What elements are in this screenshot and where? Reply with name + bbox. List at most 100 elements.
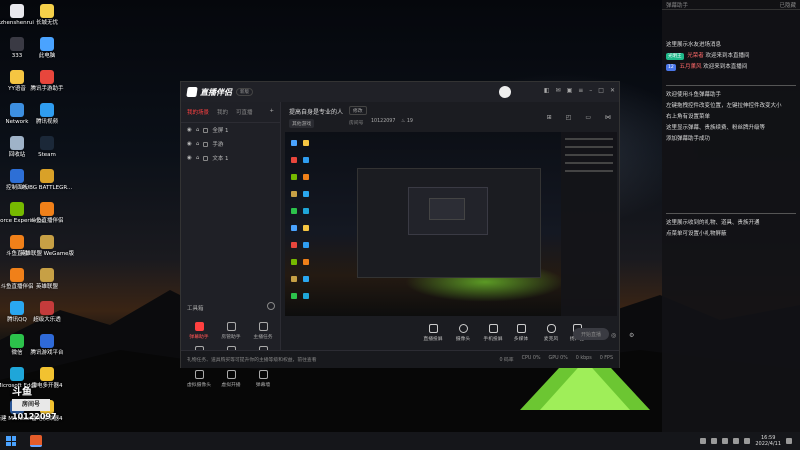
avatar[interactable] bbox=[499, 86, 511, 98]
windows-start-icon[interactable] bbox=[6, 436, 16, 446]
desktop-icon-label: Steam bbox=[38, 152, 56, 158]
microphone-icon bbox=[546, 324, 556, 333]
scene-label: 文本 1 bbox=[212, 156, 229, 162]
bag-icon[interactable]: ◰ bbox=[566, 114, 572, 121]
tool-item[interactable]: 弹幕墙 bbox=[247, 370, 279, 388]
volume-icon[interactable] bbox=[733, 438, 740, 444]
chat-line: 这里显示弹幕、贵族续费、粉丝牌升级等 bbox=[666, 125, 766, 131]
visibility-icon[interactable]: ◉ bbox=[187, 155, 192, 161]
window-controls: ◧ ✉ ▣ ≡ – □ ✕ bbox=[544, 87, 615, 94]
bottom-label: 麦克风 bbox=[543, 337, 559, 342]
preview-app-icon bbox=[303, 140, 309, 146]
more-tools-icon[interactable] bbox=[267, 302, 275, 310]
tool-icon bbox=[226, 370, 236, 379]
lock-icon[interactable]: ⌂ bbox=[196, 127, 200, 133]
tool-label: 弹幕助手 bbox=[189, 335, 209, 340]
network-icon[interactable] bbox=[722, 438, 729, 444]
menu-icon[interactable]: ≡ bbox=[578, 87, 583, 94]
tray-up-icon[interactable] bbox=[700, 438, 707, 444]
scene-item[interactable]: ◉ ⌂ 手游 bbox=[181, 137, 280, 151]
ime-icon[interactable] bbox=[744, 438, 751, 444]
tool-item[interactable]: 主播任务 bbox=[247, 322, 279, 340]
desktop-icon[interactable]: 超级大乐透 bbox=[18, 301, 76, 324]
chat-line: 点菜单可设置小礼物屏蔽 bbox=[666, 231, 727, 237]
tool-item[interactable]: 虚拟摄像头 bbox=[183, 370, 215, 388]
screen-capture-button[interactable]: 直播投屏 bbox=[419, 324, 447, 342]
version-pill[interactable]: 新版 bbox=[236, 88, 253, 96]
clock[interactable]: 16:59 2022/4/11 bbox=[755, 435, 781, 447]
category-pill[interactable]: 其他游戏 bbox=[289, 119, 315, 128]
stat-item: GPU 0% bbox=[548, 356, 568, 361]
mail-icon[interactable]: ✉ bbox=[556, 87, 561, 94]
camera-button[interactable]: 摄像头 bbox=[449, 324, 477, 342]
desktop-icon[interactable]: 此电脑 bbox=[18, 37, 76, 60]
desktop-icon[interactable]: 腾讯游戏平台 bbox=[18, 334, 76, 357]
media-button[interactable]: 多媒体 bbox=[507, 324, 535, 342]
preview-nested-window-3 bbox=[429, 198, 465, 220]
desktop-icon[interactable]: 腾讯手游助手 bbox=[18, 70, 76, 93]
app-icon bbox=[40, 4, 54, 18]
preview-app-icon bbox=[303, 174, 309, 180]
visibility-icon[interactable]: ◉ bbox=[187, 127, 192, 133]
screen-icon[interactable]: ▭ bbox=[585, 114, 591, 121]
tab-mine[interactable]: 我的 bbox=[217, 108, 228, 116]
scene-item[interactable]: ◉ ⌂ 文本 1 bbox=[181, 151, 280, 165]
start-stream-button[interactable]: 开始直播 bbox=[573, 328, 609, 340]
tool-item[interactable]: 弹幕助手 bbox=[183, 322, 215, 340]
microphone-button[interactable]: 麦克风 bbox=[537, 324, 565, 342]
bottom-label: 摄像头 bbox=[455, 337, 471, 342]
scene-panel: 我的场景 我的 可直播 + ◉ ⌂ 全屏 1 ◉ ⌂ 手游 ◉ ⌂ 文本 1 工… bbox=[181, 102, 281, 388]
maximize-icon[interactable]: □ bbox=[598, 87, 604, 94]
app-icon bbox=[40, 103, 54, 117]
scene-label: 全屏 1 bbox=[212, 128, 229, 134]
scene-type-icon bbox=[203, 127, 209, 133]
stream-preview[interactable] bbox=[285, 132, 617, 316]
add-scene-icon[interactable]: + bbox=[269, 108, 274, 116]
status-tip[interactable]: 礼物任务、道具购买等可提升你的主播等级和权益，前往查看 bbox=[187, 356, 317, 363]
tab-streamable[interactable]: 可直播 bbox=[236, 108, 253, 116]
room-info: 提高自身是专业的人 修改 其他游戏 房间号 10122097 ♨ 19 ⊞ ◰ … bbox=[285, 104, 617, 132]
chat-header-status[interactable]: 已隐藏 bbox=[779, 1, 796, 9]
scene-type-icon bbox=[203, 141, 209, 147]
taskbar-douyu-app-icon[interactable] bbox=[30, 435, 42, 447]
tab-my-scenes[interactable]: 我的场景 bbox=[187, 108, 209, 116]
edit-title-button[interactable]: 修改 bbox=[349, 106, 367, 115]
minimize-icon[interactable]: – bbox=[589, 87, 592, 94]
desktop-icon-label: 超级大乐透 bbox=[33, 317, 61, 323]
lock-icon[interactable]: ⌂ bbox=[196, 155, 200, 161]
stat-item: 0 码率 bbox=[499, 358, 514, 363]
desktop-icon-label: 英雄联盟 WeGame版 bbox=[19, 251, 75, 257]
chat-line: 添加弹幕助手成功 bbox=[666, 136, 711, 142]
desktop-icon[interactable]: 英雄联盟 WeGame版 bbox=[18, 235, 76, 258]
chat-header-title: 弹幕助手 bbox=[666, 2, 689, 9]
tool-icon bbox=[226, 322, 236, 331]
shirt-icon[interactable]: ▣ bbox=[567, 87, 573, 94]
desktop-icon[interactable]: 英雄联盟 bbox=[18, 268, 76, 291]
desktop-icon[interactable]: PUBG BATTLEGR... bbox=[18, 169, 76, 192]
divider bbox=[666, 213, 796, 214]
visibility-icon[interactable]: ◉ bbox=[187, 141, 192, 147]
chat-text: 欢迎来到本直播间 bbox=[705, 53, 750, 59]
preview-chat-line bbox=[565, 146, 613, 148]
tray-app-icon[interactable] bbox=[711, 438, 718, 444]
close-icon[interactable]: ✕ bbox=[610, 87, 615, 94]
preview-nested-window-2 bbox=[408, 187, 488, 235]
skin-icon[interactable]: ◧ bbox=[544, 87, 550, 94]
tool-item[interactable]: 虚拟开播 bbox=[215, 370, 247, 388]
desktop-icon[interactable]: 腾讯视频 bbox=[18, 103, 76, 126]
desktop-icon[interactable]: 斗鱼直播伴侣 bbox=[18, 202, 76, 225]
share-icon[interactable]: ⋈ bbox=[605, 114, 611, 121]
desktop-icon[interactable]: Steam bbox=[18, 136, 76, 159]
phone-cast-button[interactable]: 手机投屏 bbox=[479, 324, 507, 342]
room-number-label: 房间号 bbox=[349, 121, 364, 126]
notification-icon[interactable] bbox=[786, 438, 792, 444]
desktop-icon[interactable]: 长城无忧 bbox=[18, 4, 76, 27]
record-icon[interactable]: ◎ bbox=[611, 332, 616, 339]
app-icon bbox=[40, 169, 54, 183]
gift-icon[interactable]: ⊞ bbox=[547, 114, 552, 121]
tool-item[interactable]: 房管助手 bbox=[215, 322, 247, 340]
lock-icon[interactable]: ⌂ bbox=[196, 141, 200, 147]
scene-item[interactable]: ◉ ⌂ 全屏 1 bbox=[181, 123, 280, 137]
title-bar[interactable]: 直播伴侣 新版 ◧ ✉ ▣ ≡ – □ ✕ bbox=[181, 82, 619, 102]
settings-icon[interactable]: ⚙ bbox=[629, 332, 634, 339]
